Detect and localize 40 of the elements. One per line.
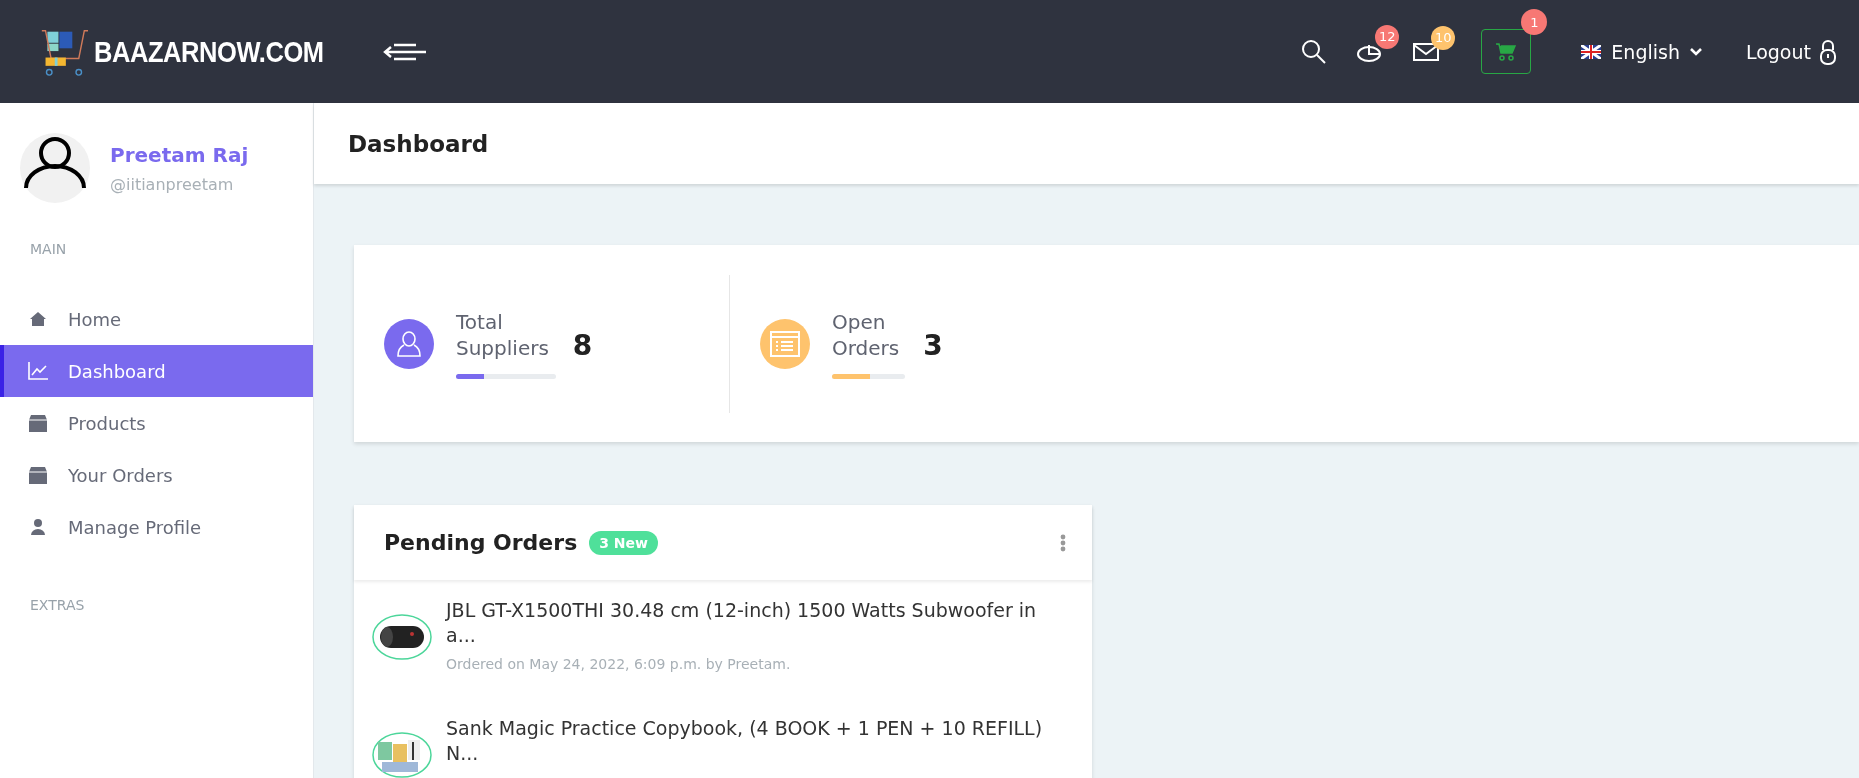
nav-item[interactable]: Dashboard (0, 345, 313, 397)
nav-item[interactable]: Products (0, 397, 313, 449)
flag-icon (1581, 44, 1602, 59)
nav-item[interactable]: Manage Profile (0, 501, 313, 553)
count-badge: 12 (1375, 24, 1400, 49)
stat-value: 8 (572, 328, 593, 362)
order-title[interactable]: Sank Magic Practice Copybook, (4 BOOK + 1 PEN + 10 REFILL) N... (446, 716, 1046, 766)
user-icon (28, 519, 48, 535)
stat-value: 3 (923, 328, 943, 362)
nav-item[interactable]: Home (0, 293, 313, 345)
cart-button[interactable] (1481, 29, 1532, 74)
count-badge: 10 (1431, 25, 1456, 50)
chart-icon (28, 362, 48, 380)
more-icon[interactable] (1060, 533, 1066, 552)
new-badge: 3 New (589, 530, 658, 555)
logout-button[interactable]: Logout (1745, 38, 1837, 65)
menu-icon[interactable] (382, 41, 429, 62)
box-icon (28, 466, 48, 484)
chevron-down-icon (1689, 47, 1702, 56)
count-badge: 1 (1521, 9, 1548, 35)
cart-icon (1496, 42, 1517, 61)
card-title: Pending Orders (384, 530, 578, 555)
section-heading: MAIN (29, 241, 68, 257)
user-name: Preetam Raj (110, 142, 249, 167)
search-icon[interactable] (1301, 38, 1328, 65)
home-icon (28, 311, 48, 327)
avatar-icon (20, 133, 90, 203)
nav-item[interactable]: Your Orders (0, 449, 313, 501)
section-heading: EXTRAS (29, 597, 86, 613)
brand-name[interactable]: BAAZARNOW.COM (94, 34, 324, 69)
language-dropdown[interactable]: English (1581, 40, 1702, 63)
page-title: Dashboard (348, 130, 489, 157)
user-handle: @iitianpreetam (110, 174, 235, 194)
order-meta: Ordered on May 24, 2022, 6:09 p.m. by Preetam. (446, 656, 792, 672)
order-title[interactable]: JBL GT-X1500THI 30.48 cm (12-inch) 1500 Watts Subwoofer in a... (446, 598, 1046, 648)
stat-label: Open Orders (832, 309, 900, 361)
lock-icon (1819, 38, 1837, 65)
mail-icon[interactable] (1413, 41, 1440, 62)
box-icon (28, 414, 48, 432)
stat-label: Total Suppliers (456, 309, 549, 361)
